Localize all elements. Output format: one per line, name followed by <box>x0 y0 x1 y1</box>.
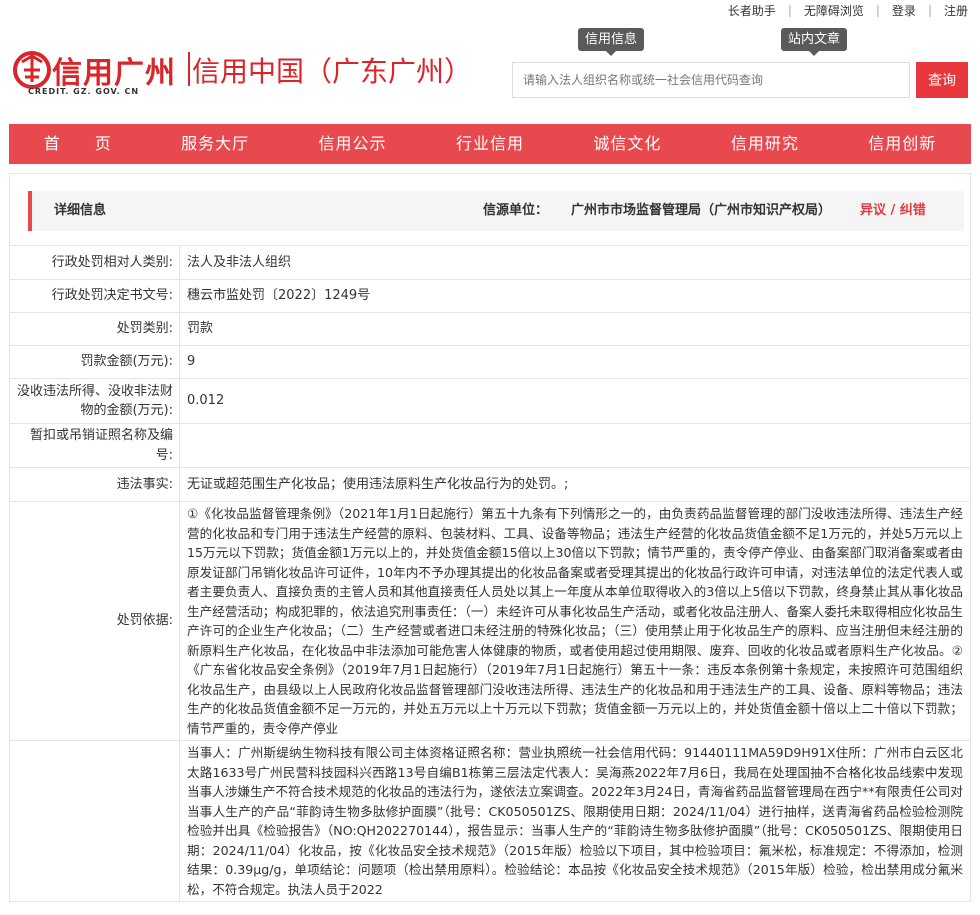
site-logo[interactable]: 信用广州 CREDIT. GZ. GOV. CN 信用中国（广东广州） <box>12 44 472 104</box>
objection-link[interactable]: 异议 / 纠错 <box>860 191 926 231</box>
detail-header: 详细信息 信源单位： 广州市市场监督管理局（广州市知识产权局） 异议 / 纠错 <box>9 173 971 245</box>
accessibility-link[interactable]: 无障碍浏览 <box>792 2 876 19</box>
row-value: 9 <box>179 345 971 379</box>
nav-integrity-culture[interactable]: 诚信文化 <box>559 124 696 164</box>
table-row: 行政处罚相对人类别: 法人及非法人组织 <box>9 245 971 280</box>
row-label: 罚款金额(万元): <box>9 345 180 379</box>
nav-credit-research[interactable]: 信用研究 <box>696 124 833 164</box>
row-label: 没收违法所得、没收非法财物的金额(万元): <box>9 378 180 424</box>
logo-divider <box>188 52 190 86</box>
row-label: 暂扣或吊销证照名称及编号: <box>9 423 180 468</box>
table-row: 行政处罚决定书文号: 穗云市监处罚〔2022〕1249号 <box>9 279 971 313</box>
row-value <box>179 423 971 468</box>
row-label: 处罚依据: <box>9 501 180 741</box>
row-value: 无证或超范围生产化妆品；使用违法原料生产化妆品行为的处罚。; <box>179 467 971 502</box>
row-label: 违法事实: <box>9 467 180 502</box>
row-label: 处罚类别: <box>9 312 180 346</box>
logo-subtitle: 信用中国（广东广州） <box>192 55 473 88</box>
table-row: 违法事实: 无证或超范围生产化妆品；使用违法原料生产化妆品行为的处罚。; <box>9 467 971 502</box>
table-row: 暂扣或吊销证照名称及编号: <box>9 423 971 468</box>
search-button[interactable]: 查询 <box>916 62 968 98</box>
row-value: 法人及非法人组织 <box>179 245 971 280</box>
nav-home[interactable]: 首 页 <box>9 124 146 164</box>
table-row: 罚款金额(万元): 9 <box>9 345 971 379</box>
nav-credit-publicity[interactable]: 信用公示 <box>284 124 421 164</box>
top-links: 长者助手 | 无障碍浏览 | 登录 | 注册 <box>716 0 980 20</box>
row-value: 穗云市监处罚〔2022〕1249号 <box>179 279 971 313</box>
search-tabs: 信用信息 站内文章 <box>0 28 980 56</box>
search-input[interactable]: 请输入法人组织名称或统一社会信用代码查询 <box>512 62 910 98</box>
row-label: 行政处罚相对人类别: <box>9 245 180 280</box>
nav-credit-innovation[interactable]: 信用创新 <box>834 124 971 164</box>
penalty-detail-table: 行政处罚相对人类别: 法人及非法人组织 行政处罚决定书文号: 穗云市监处罚〔20… <box>9 245 971 902</box>
detail-bar: 详细信息 信源单位： 广州市市场监督管理局（广州市知识产权局） 异议 / 纠错 <box>28 191 964 231</box>
table-row: 处罚依据: ①《化妆品监督管理条例》（2021年1月1日起施行）第五十九条有下列… <box>9 501 971 741</box>
row-value: 0.012 <box>179 378 971 424</box>
row-value: 当事人：广州斯缇纳生物科技有限公司主体资格证照名称：营业执照统一社会信用代码：9… <box>179 740 971 902</box>
main-nav: 首 页 服务大厅 信用公示 行业信用 诚信文化 信用研究 信用创新 <box>9 124 971 164</box>
row-value: 罚款 <box>179 312 971 346</box>
row-label: 行政处罚决定书文号: <box>9 279 180 313</box>
tab-site-articles[interactable]: 站内文章 <box>781 28 848 56</box>
login-link[interactable]: 登录 <box>880 2 928 19</box>
row-label <box>9 740 180 902</box>
accent-bar <box>28 191 32 231</box>
table-row: 处罚类别: 罚款 <box>9 312 971 346</box>
table-row: 没收违法所得、没收非法财物的金额(万元): 0.012 <box>9 378 971 424</box>
tab-credit-info[interactable]: 信用信息 <box>578 28 645 56</box>
nav-service-hall[interactable]: 服务大厅 <box>146 124 283 164</box>
logo-domain: CREDIT. GZ. GOV. CN <box>28 87 140 96</box>
register-link[interactable]: 注册 <box>932 2 980 19</box>
source-label: 信源单位： <box>483 203 549 218</box>
source-unit: 广州市市场监督管理局（广州市知识产权局） <box>571 203 832 218</box>
nav-industry-credit[interactable]: 行业信用 <box>421 124 558 164</box>
table-row: 当事人：广州斯缇纳生物科技有限公司主体资格证照名称：营业执照统一社会信用代码：9… <box>9 740 971 902</box>
logo-title: 信用广州 <box>52 56 176 91</box>
row-value: ①《化妆品监督管理条例》（2021年1月1日起施行）第五十九条有下列情形之一的，… <box>179 501 971 741</box>
detail-title: 详细信息 <box>54 203 107 218</box>
elder-assistant-link[interactable]: 长者助手 <box>716 2 788 19</box>
